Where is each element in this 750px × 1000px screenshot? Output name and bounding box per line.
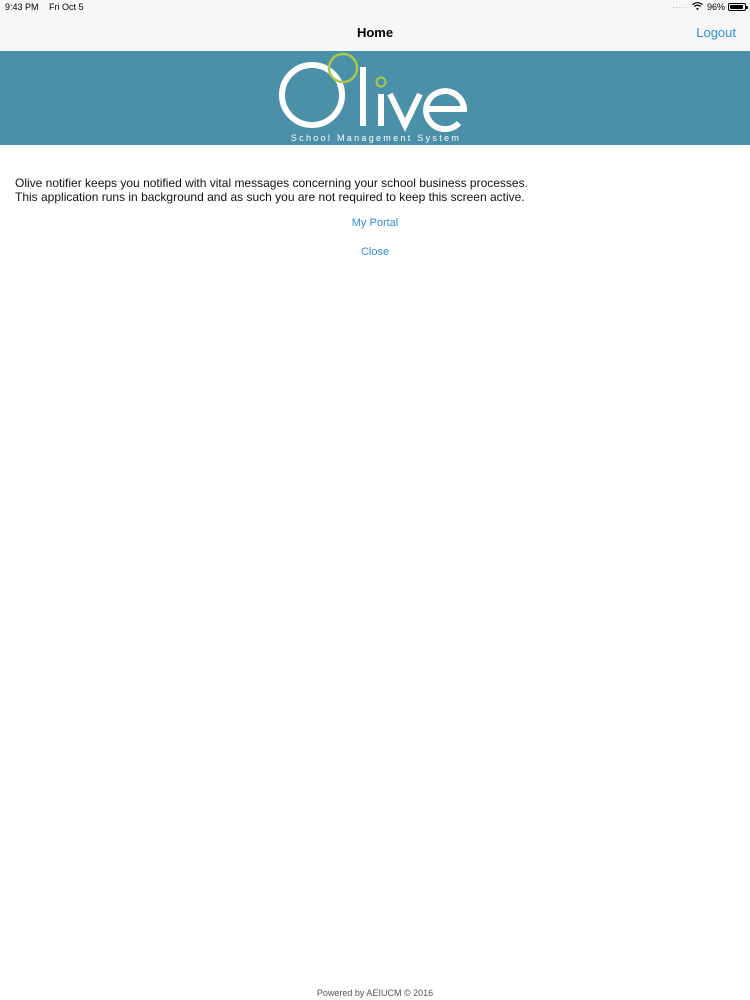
battery-icon (728, 3, 748, 11)
status-time: 9:43 PM (5, 2, 39, 12)
logout-button[interactable]: Logout (696, 25, 736, 40)
status-right: ····· 96% (672, 2, 748, 12)
header-banner: School Management System (0, 51, 750, 145)
logo-subtitle: School Management System (290, 133, 462, 143)
wifi-icon (692, 2, 703, 12)
page-title: Home (356, 25, 394, 40)
status-bar: 9:43 PM Fri Oct 5 ····· 96% (0, 0, 750, 14)
status-date: Fri Oct 5 (49, 2, 84, 12)
close-link[interactable]: Close (0, 246, 750, 258)
status-left: 9:43 PM Fri Oct 5 (5, 2, 92, 12)
olive-logo-mark (279, 52, 468, 133)
footer-credit: Powered by AEIUCM © 2016 (316, 988, 434, 998)
battery-percent: 96% (706, 2, 725, 12)
my-portal-link[interactable]: My Portal (0, 217, 750, 229)
main-content: Olive notifier keeps you notified with v… (15, 176, 735, 204)
info-message-line-1: Olive notifier keeps you notified with v… (15, 176, 528, 190)
olive-logo: School Management System (276, 51, 476, 145)
navigation-bar: Home Logout (0, 14, 750, 51)
info-message-line-2: This application runs in background and … (15, 190, 525, 204)
signal-icon: ····· (672, 2, 688, 12)
